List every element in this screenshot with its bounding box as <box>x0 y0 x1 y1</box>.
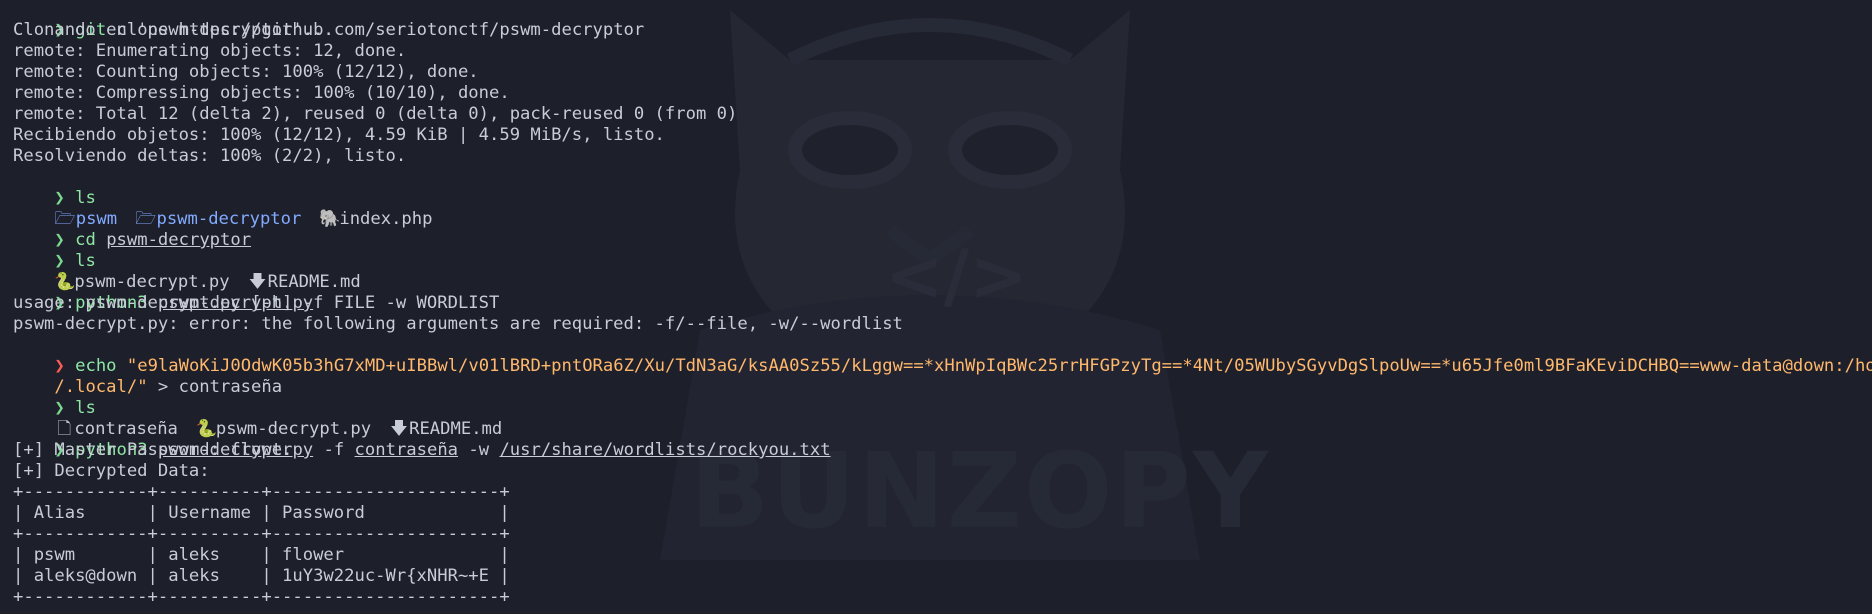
output-line: remote: Compressing objects: 100% (10/10… <box>13 83 510 103</box>
prompt-icon: ❯ <box>54 398 65 418</box>
command-line: ❯ git clone https://github.com/seriotonc… <box>13 0 1872 40</box>
file-entry[interactable]: pswm-decrypt.py <box>216 419 371 439</box>
file-entry[interactable]: README.md <box>409 419 502 439</box>
command-path-arg[interactable]: contraseña <box>355 440 458 460</box>
flag: -f <box>313 440 355 460</box>
echo-string-end: /.local/" <box>54 377 148 397</box>
output-line: remote: Counting objects: 100% (12/12), … <box>13 62 479 82</box>
command-line: ❯ echo "e9laWoKiJ0OdwK05b3hG7xMD+uIBBwl/… <box>13 335 1872 376</box>
output-line: Clonando en 'pswm-decryptor'... <box>13 20 334 40</box>
directory-entry[interactable]: pswm-decryptor <box>156 209 301 229</box>
file-icon: 🗋 <box>57 419 72 439</box>
table-row: | aleks@down | aleks | 1uY3w22uc-Wr{xNHR… <box>13 566 510 586</box>
file-entry[interactable]: pswm-decrypt.py <box>74 272 229 292</box>
download-arrow-icon: 🡇 <box>390 419 408 439</box>
table-row: | pswm | aleks | flower | <box>13 545 510 565</box>
output-line: [+] Master Password: flower <box>13 440 293 460</box>
python-icon: 🐍 <box>195 419 218 439</box>
table-border: +------------+----------+---------------… <box>13 587 510 607</box>
command-path-arg[interactable]: pswm-decryptor <box>106 230 251 250</box>
folder-icon: 🗁 <box>54 209 76 229</box>
command-line: ❯ ls <box>13 230 1872 271</box>
flag: -w <box>458 440 500 460</box>
terminal[interactable]: ❯ git clone https://github.com/seriotonc… <box>13 0 1872 608</box>
command-line: ❯ ls <box>13 377 1872 418</box>
prompt-icon: ❯ <box>54 230 65 250</box>
output-line: pswm-decrypt.py: error: the following ar… <box>13 314 903 334</box>
output-line: usage: pswm-decrypt.py [-h] -f FILE -w W… <box>13 293 500 313</box>
output-line: Resolviendo deltas: 100% (2/2), listo. <box>13 146 407 166</box>
directory-entry[interactable]: pswm <box>76 209 117 229</box>
command-name: echo <box>75 356 117 376</box>
echo-string: "e9laWoKiJ0OdwK05b3hG7xMD+uIBBwl/v01lBRD… <box>126 356 1872 376</box>
output-line: Recibiendo objetos: 100% (12/12), 4.59 K… <box>13 125 665 145</box>
table-border: +------------+----------+---------------… <box>13 482 510 502</box>
file-entry[interactable]: README.md <box>268 272 361 292</box>
ls-output: 🗋 contraseña 🐍pswm-decrypt.py 🡇README.md <box>13 398 1872 439</box>
output-line: remote: Total 12 (delta 2), reused 0 (de… <box>13 104 738 124</box>
command-name: ls <box>75 188 96 208</box>
file-entry[interactable]: index.php <box>339 209 432 229</box>
prompt-icon: ❯ <box>54 251 65 271</box>
output-line: [+] Decrypted Data: <box>13 461 210 481</box>
php-elephant-icon: 🐘 <box>319 209 341 229</box>
table-border: +------------+----------+---------------… <box>13 524 510 544</box>
prompt-icon: ❯ <box>54 188 65 208</box>
prompt-error-icon: ❯ <box>54 356 65 376</box>
output-line: remote: Enumerating objects: 12, done. <box>13 41 407 61</box>
command-path-arg[interactable]: /usr/share/wordlists/rockyou.txt <box>499 440 830 460</box>
ls-output: 🗁pswm 🗁pswm-decryptor 🐘index.php <box>13 188 1872 229</box>
command-line: ❯ ls <box>13 167 1872 208</box>
command-name: cd <box>75 230 96 250</box>
folder-icon: 🗁 <box>135 209 157 229</box>
download-arrow-icon: 🡇 <box>248 272 267 292</box>
file-entry[interactable]: contraseña <box>74 419 177 439</box>
command-name: ls <box>75 251 96 271</box>
command-name: ls <box>75 398 96 418</box>
ls-output: 🐍pswm-decrypt.py 🡇README.md <box>13 251 1872 292</box>
python-icon: 🐍 <box>54 272 76 292</box>
redirect: > contraseña <box>147 377 283 397</box>
table-header: | Alias | Username | Password | <box>13 503 510 523</box>
